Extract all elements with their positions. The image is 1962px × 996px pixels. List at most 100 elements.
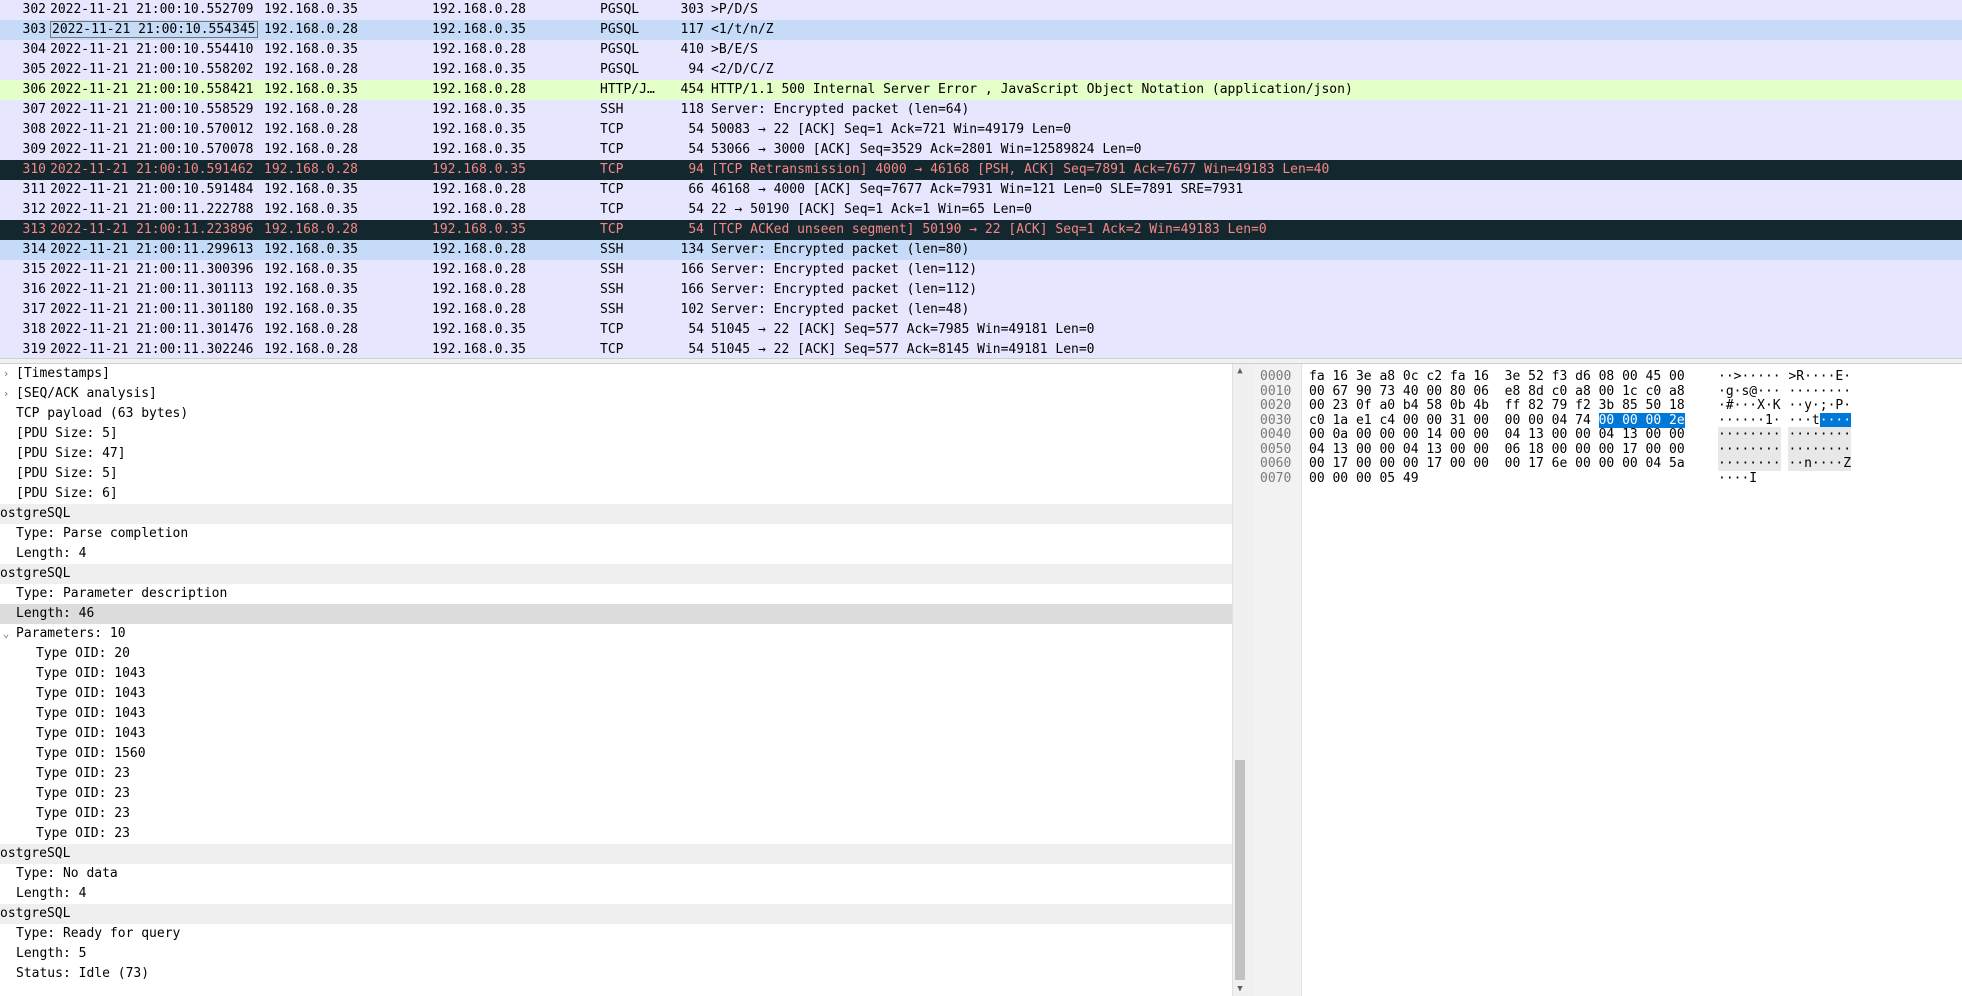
packet-destination: 192.168.0.35 bbox=[432, 222, 526, 237]
hex-bytes[interactable]: 00 00 00 05 49 bbox=[1309, 470, 1434, 488]
tree-item-label: ostgreSQL bbox=[0, 906, 71, 921]
packet-time: 2022-11-21 21:00:10.558421 bbox=[50, 82, 254, 97]
packet-destination: 192.168.0.35 bbox=[432, 162, 526, 177]
packet-details-tree[interactable]: › [Timestamps] › [SEQ/ACK analysis] TCP payl… bbox=[0, 364, 1232, 996]
tree-item[interactable]: Type OID: 1043 bbox=[0, 684, 1232, 704]
tree-item[interactable]: ostgreSQL bbox=[0, 504, 1232, 524]
packet-row[interactable]: 318 2022-11-21 21:00:11.301476 192.168.0.2… bbox=[0, 320, 1962, 340]
byte-offset: 0070 bbox=[1260, 470, 1292, 486]
details-scrollbar[interactable]: ▲ ▼ bbox=[1232, 364, 1246, 996]
packet-time: 2022-11-21 21:00:10.558202 bbox=[50, 62, 254, 77]
packet-source: 192.168.0.28 bbox=[264, 122, 358, 137]
tree-item[interactable]: › [Timestamps] bbox=[0, 364, 1232, 384]
packet-length: 54 bbox=[688, 222, 704, 237]
packet-row[interactable]: 304 2022-11-21 21:00:10.554410 192.168.0.3… bbox=[0, 40, 1962, 60]
packet-number: 309 bbox=[22, 142, 46, 157]
packet-row[interactable]: 306 2022-11-21 21:00:10.558421 192.168.0.3… bbox=[0, 80, 1962, 100]
packet-row[interactable]: 317 2022-11-21 21:00:11.301180 192.168.0.3… bbox=[0, 300, 1962, 320]
packet-protocol: SSH bbox=[600, 282, 624, 297]
tree-item[interactable]: ostgreSQL bbox=[0, 564, 1232, 584]
tree-item-label: Type: Parse completion bbox=[16, 526, 189, 541]
tree-item[interactable]: [PDU Size: 47] bbox=[0, 444, 1232, 464]
packet-row[interactable]: 310 2022-11-21 21:00:10.591462 192.168.0.2… bbox=[0, 160, 1962, 180]
packet-length: 134 bbox=[680, 242, 704, 257]
tree-item[interactable]: Type OID: 1043 bbox=[0, 704, 1232, 724]
tree-item[interactable]: Length: 46 bbox=[0, 604, 1232, 624]
tree-item[interactable]: ostgreSQL bbox=[0, 844, 1232, 864]
packet-row[interactable]: 305 2022-11-21 21:00:10.558202 192.168.0.2… bbox=[0, 60, 1962, 80]
packet-length: 54 bbox=[688, 342, 704, 357]
tree-item[interactable]: Type OID: 1043 bbox=[0, 664, 1232, 684]
tree-item[interactable]: [PDU Size: 6] bbox=[0, 484, 1232, 504]
tree-item[interactable]: Status: Idle (73) bbox=[0, 964, 1232, 984]
tree-item[interactable]: Length: 4 bbox=[0, 544, 1232, 564]
tree-item[interactable]: Type: No data bbox=[0, 864, 1232, 884]
packet-destination: 192.168.0.28 bbox=[432, 202, 526, 217]
tree-item[interactable]: TCP payload (63 bytes) bbox=[0, 404, 1232, 424]
packet-destination: 192.168.0.28 bbox=[432, 82, 526, 97]
tree-item[interactable]: ⌄ Parameters: 10 bbox=[0, 624, 1232, 644]
packet-length: 54 bbox=[688, 122, 704, 137]
packet-row[interactable]: 302 2022-11-21 21:00:10.552709 192.168.0.3… bbox=[0, 0, 1962, 20]
tree-item-label: [PDU Size: 6] bbox=[16, 486, 118, 501]
packet-source: 192.168.0.35 bbox=[264, 242, 358, 257]
tree-item[interactable]: [PDU Size: 5] bbox=[0, 424, 1232, 444]
tree-item[interactable]: Type OID: 23 bbox=[0, 824, 1232, 844]
pane-splitter-vertical[interactable] bbox=[1246, 364, 1254, 996]
packet-row[interactable]: 314 2022-11-21 21:00:11.299613 192.168.0.3… bbox=[0, 240, 1962, 260]
tree-item-label: TCP payload (63 bytes) bbox=[16, 406, 189, 421]
scroll-down-icon[interactable]: ▼ bbox=[1233, 982, 1247, 996]
packet-length: 94 bbox=[688, 62, 704, 77]
packet-protocol: PGSQL bbox=[600, 22, 640, 37]
tree-item[interactable]: Type OID: 23 bbox=[0, 804, 1232, 824]
tree-item[interactable]: Length: 4 bbox=[0, 884, 1232, 904]
packet-number: 312 bbox=[22, 202, 46, 217]
packet-row[interactable]: 303 2022-11-21 21:00:10.554345 192.168.0.2… bbox=[0, 20, 1962, 40]
packet-length: 454 bbox=[680, 82, 704, 97]
packet-protocol: TCP bbox=[600, 122, 624, 137]
packet-source: 192.168.0.28 bbox=[264, 162, 358, 177]
packet-destination: 192.168.0.28 bbox=[432, 242, 526, 257]
packet-list[interactable]: 302 2022-11-21 21:00:10.552709 192.168.0.3… bbox=[0, 0, 1962, 358]
tree-item[interactable]: Type: Ready for query bbox=[0, 924, 1232, 944]
tree-item[interactable]: Type: Parameter description bbox=[0, 584, 1232, 604]
tree-item-label: [SEQ/ACK analysis] bbox=[16, 386, 157, 401]
tree-item[interactable]: ostgreSQL bbox=[0, 904, 1232, 924]
packet-row[interactable]: 311 2022-11-21 21:00:10.591484 192.168.0.3… bbox=[0, 180, 1962, 200]
packet-time: 2022-11-21 21:00:11.300396 bbox=[50, 262, 254, 277]
packet-row[interactable]: 315 2022-11-21 21:00:11.300396 192.168.0.3… bbox=[0, 260, 1962, 280]
tree-item[interactable]: Type OID: 1560 bbox=[0, 744, 1232, 764]
scroll-up-icon[interactable]: ▲ bbox=[1233, 364, 1247, 378]
tree-item[interactable]: Type OID: 20 bbox=[0, 644, 1232, 664]
tree-item[interactable]: Type OID: 23 bbox=[0, 784, 1232, 804]
packet-row[interactable]: 307 2022-11-21 21:00:10.558529 192.168.0.2… bbox=[0, 100, 1962, 120]
packet-row[interactable]: 319 2022-11-21 21:00:11.302246 192.168.0.2… bbox=[0, 340, 1962, 358]
packet-time: 2022-11-21 21:00:10.554345 bbox=[50, 20, 262, 40]
packet-info: Server: Encrypted packet (len=48) bbox=[711, 302, 970, 317]
scroll-thumb[interactable] bbox=[1235, 760, 1245, 980]
tree-item[interactable]: › [SEQ/ACK analysis] bbox=[0, 384, 1232, 404]
tree-item[interactable]: [PDU Size: 5] bbox=[0, 464, 1232, 484]
packet-bytes-pane[interactable]: 0000 fa 16 3e a8 0c c2 fa 16 3e 52 f3 d6 … bbox=[1254, 364, 1962, 996]
tree-item-label: Parameters: 10 bbox=[16, 626, 126, 641]
tree-item-label: Type OID: 20 bbox=[36, 646, 130, 661]
tree-item[interactable]: Type OID: 1043 bbox=[0, 724, 1232, 744]
collapse-arrow-icon[interactable]: ⌄ bbox=[0, 624, 12, 644]
tree-item-label: ostgreSQL bbox=[0, 506, 71, 521]
packet-info: <1/t/n/Z bbox=[711, 22, 774, 37]
tree-item[interactable]: Length: 5 bbox=[0, 944, 1232, 964]
tree-item-label: Type: Ready for query bbox=[16, 926, 181, 941]
packet-info: Server: Encrypted packet (len=112) bbox=[711, 282, 978, 297]
packet-time: 2022-11-21 21:00:11.301476 bbox=[50, 322, 254, 337]
packet-time: 2022-11-21 21:00:11.301180 bbox=[50, 302, 254, 317]
expand-arrow-icon[interactable]: › bbox=[0, 384, 12, 404]
tree-item[interactable]: Type OID: 23 bbox=[0, 764, 1232, 784]
packet-row[interactable]: 316 2022-11-21 21:00:11.301113 192.168.0.3… bbox=[0, 280, 1962, 300]
packet-row[interactable]: 312 2022-11-21 21:00:11.222788 192.168.0.3… bbox=[0, 200, 1962, 220]
packet-row[interactable]: 313 2022-11-21 21:00:11.223896 192.168.0.2… bbox=[0, 220, 1962, 240]
packet-row[interactable]: 308 2022-11-21 21:00:10.570012 192.168.0.2… bbox=[0, 120, 1962, 140]
expand-arrow-icon[interactable]: › bbox=[0, 364, 12, 384]
packet-row[interactable]: 309 2022-11-21 21:00:10.570078 192.168.0.2… bbox=[0, 140, 1962, 160]
tree-item[interactable]: Type: Parse completion bbox=[0, 524, 1232, 544]
ascii-bytes[interactable]: ····I bbox=[1718, 470, 1765, 488]
